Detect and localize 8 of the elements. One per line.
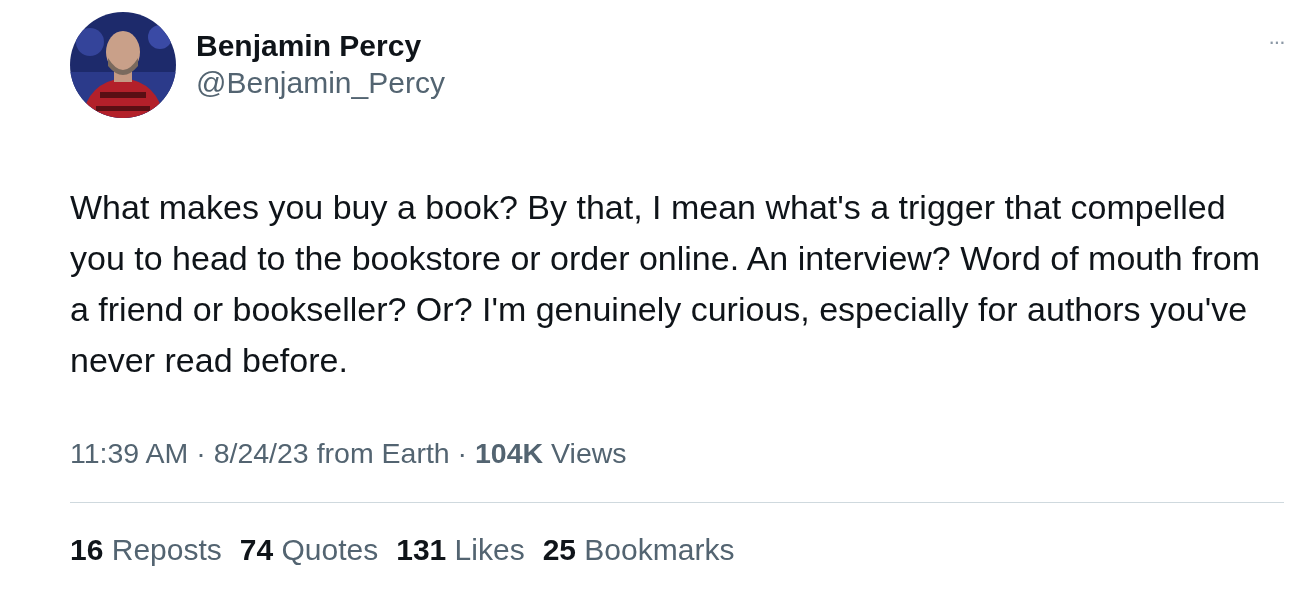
tweet-metadata: 11:39 AM · 8/24/23 from Earth · 104K Views (70, 436, 628, 470)
tweet-text: What makes you buy a book? By that, I mean what's a trigger that compelled you to head to the bookstore or order online. An interview? Word of mouth from a friend or bookseller? Or? I'm genuinely curious, especially for authors you've never read before. (70, 187, 1262, 381)
author-name[interactable]: Benjamin Percy (196, 28, 445, 64)
author-handle[interactable]: @Benjamin_Percy (196, 64, 445, 102)
engagement-stat-link[interactable]: 25 Bookmarks (542, 532, 735, 568)
engagement-stat-link[interactable]: 74 Quotes (239, 532, 379, 568)
engagement-stat-link[interactable]: 131 Likes (396, 532, 525, 568)
engagement-stat-link[interactable]: 16 Reposts (70, 532, 222, 568)
